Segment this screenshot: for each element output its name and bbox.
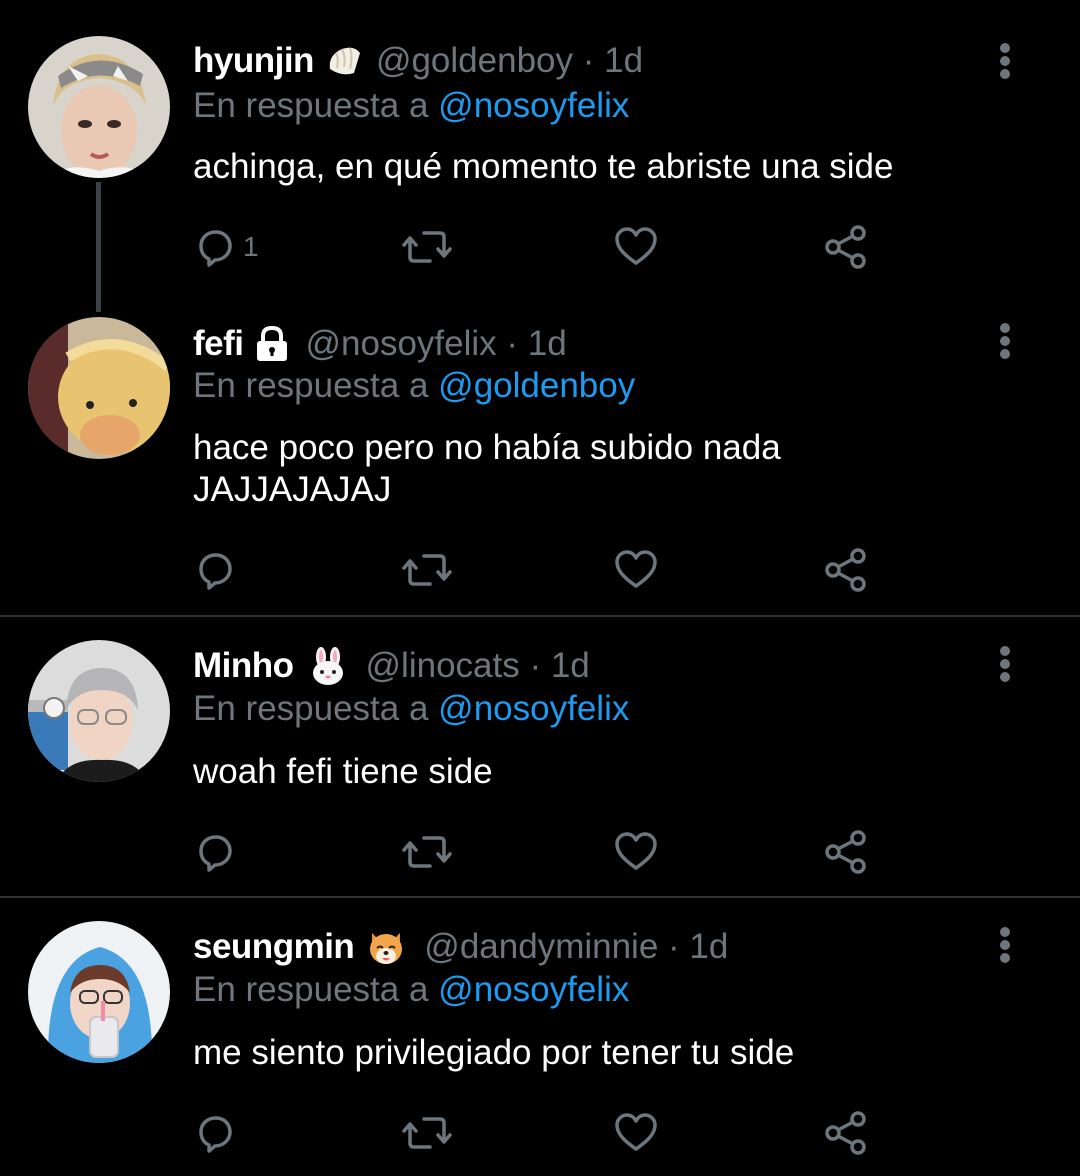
handle-and-time[interactable]: @goldenboy · 1d	[376, 41, 643, 81]
tweet-text: hace poco pero no había subido nada JAJJ…	[193, 427, 1053, 511]
reply-prefix: En respuesta a	[193, 366, 429, 405]
share-icon	[825, 1111, 866, 1155]
display-name[interactable]: Minho	[193, 646, 294, 686]
retweet-icon	[402, 231, 452, 263]
reply-mention-link[interactable]: @nosoyfelix	[438, 86, 629, 125]
tweet-minho[interactable]: Minho @linocats · 1d En respuesta a @nos…	[0, 617, 1080, 897]
lock-icon	[252, 324, 292, 364]
rabbit-emoji-icon	[308, 646, 348, 686]
display-name[interactable]: hyunjin	[193, 41, 314, 81]
retweet-icon	[402, 554, 452, 586]
tweet-text: achinga, en qué momento te abriste una s…	[193, 147, 894, 186]
action-bar	[0, 827, 1080, 877]
reply-button[interactable]	[193, 1108, 237, 1158]
handle-and-time[interactable]: @linocats · 1d	[366, 646, 590, 686]
tweet-header: hyunjin @goldenboy · 1d	[193, 36, 643, 86]
tweet-header: seungmin @dandyminnie · 1d	[193, 922, 728, 972]
tweet-hyunjin[interactable]: hyunjin @goldenboy · 1d En respuesta a @…	[0, 0, 1080, 312]
heart-icon	[615, 550, 657, 588]
dumpling-emoji-icon	[324, 41, 364, 81]
tweet-header: fefi @nosoyfelix · 1d	[193, 319, 567, 369]
share-icon	[825, 548, 866, 592]
tweet-text: me siento privilegiado por tener tu side	[193, 1033, 795, 1072]
reply-mention-link[interactable]: @goldenboy	[438, 366, 635, 405]
like-button[interactable]	[613, 827, 659, 877]
more-options-icon[interactable]	[990, 42, 1020, 82]
reply-mention-link[interactable]: @nosoyfelix	[438, 689, 629, 728]
tweet-text: woah fefi tiene side	[193, 752, 493, 791]
more-options-icon[interactable]	[990, 645, 1020, 685]
reply-button[interactable]: 1	[193, 222, 259, 272]
avatar[interactable]	[28, 640, 170, 782]
display-name[interactable]: fefi	[193, 324, 244, 364]
action-bar	[0, 545, 1080, 595]
reply-icon	[199, 553, 232, 590]
tweet-text-line: JAJJAJAJAJ	[193, 470, 392, 509]
heart-icon	[615, 832, 657, 870]
more-options-icon[interactable]	[990, 926, 1020, 966]
share-button[interactable]	[823, 827, 869, 877]
avatar[interactable]	[28, 36, 170, 178]
like-button[interactable]	[613, 545, 659, 595]
reply-button[interactable]	[193, 545, 237, 595]
reply-prefix: En respuesta a	[193, 689, 429, 728]
heart-icon	[615, 227, 657, 265]
tweet-fefi[interactable]: fefi @nosoyfelix · 1d En respuesta a @go…	[0, 310, 1080, 616]
retweet-button[interactable]	[400, 545, 454, 595]
reply-context: En respuesta a @nosoyfelix	[193, 689, 629, 735]
reply-context: En respuesta a @goldenboy	[193, 366, 635, 412]
retweet-button[interactable]	[400, 827, 454, 877]
more-options-icon[interactable]	[990, 322, 1020, 362]
dog-emoji-icon	[366, 927, 406, 967]
like-button[interactable]	[613, 1108, 659, 1158]
retweet-button[interactable]	[400, 1108, 454, 1158]
avatar[interactable]	[28, 921, 170, 1063]
share-button[interactable]	[823, 222, 869, 272]
reply-context: En respuesta a @nosoyfelix	[193, 86, 629, 132]
retweet-icon	[402, 836, 452, 868]
avatar[interactable]	[28, 317, 170, 459]
reply-count: 1	[243, 231, 259, 262]
reply-button[interactable]	[193, 827, 237, 877]
retweet-button[interactable]	[400, 222, 454, 272]
like-button[interactable]	[613, 222, 659, 272]
handle-and-time[interactable]: @dandyminnie · 1d	[424, 927, 728, 967]
action-bar: 1	[0, 222, 1080, 272]
action-bar	[0, 1108, 1080, 1158]
tweet-text-line: hace poco pero no había subido nada	[193, 428, 781, 467]
reply-prefix: En respuesta a	[193, 970, 429, 1009]
reply-icon	[199, 835, 232, 872]
reply-prefix: En respuesta a	[193, 86, 429, 125]
reply-icon	[199, 230, 232, 267]
heart-icon	[615, 1113, 657, 1151]
tweet-seungmin[interactable]: seungmin @dandyminnie · 1d En respuesta …	[0, 898, 1080, 1176]
retweet-icon	[402, 1117, 452, 1149]
display-name[interactable]: seungmin	[193, 927, 355, 967]
tweet-header: Minho @linocats · 1d	[193, 641, 590, 691]
reply-mention-link[interactable]: @nosoyfelix	[438, 970, 629, 1009]
share-icon	[825, 225, 866, 269]
share-button[interactable]	[823, 1108, 869, 1158]
share-button[interactable]	[823, 545, 869, 595]
reply-icon	[199, 1116, 232, 1153]
share-icon	[825, 830, 866, 874]
handle-and-time[interactable]: @nosoyfelix · 1d	[306, 324, 567, 364]
reply-context: En respuesta a @nosoyfelix	[193, 970, 629, 1016]
